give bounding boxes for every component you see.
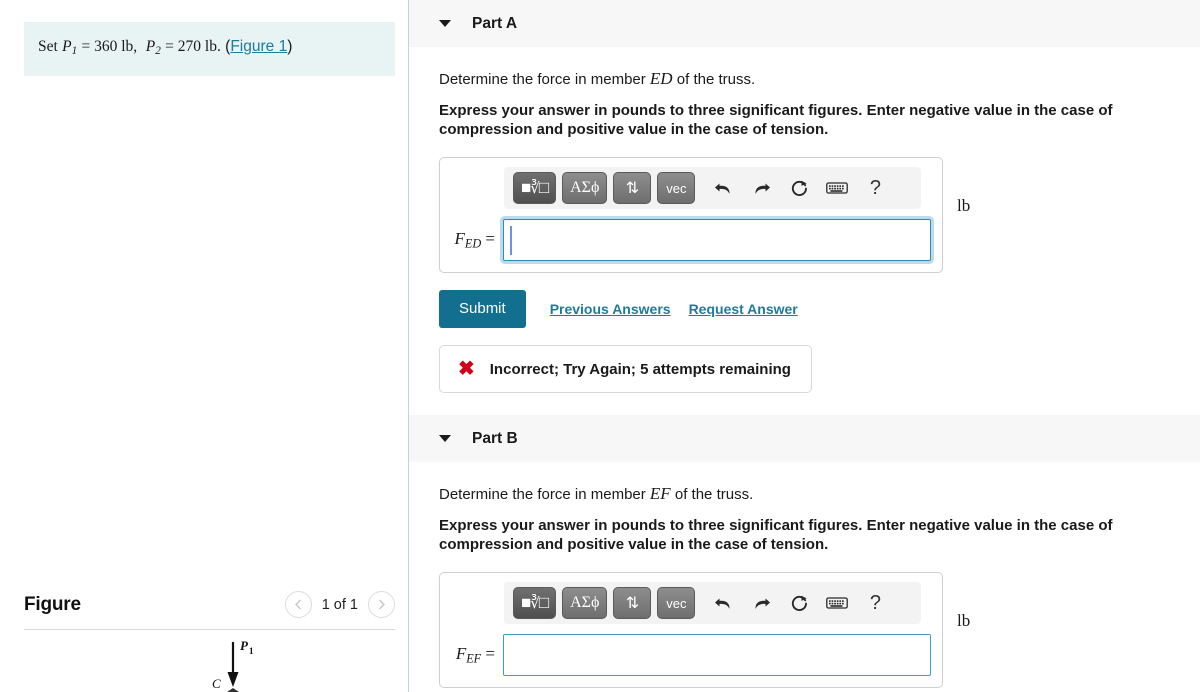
text-cursor (510, 226, 512, 256)
math-toolbar-a: ■∛□ ΑΣϕ ⇅ vec? (504, 167, 921, 210)
arrows-key[interactable]: ⇅ (613, 172, 652, 205)
part-prompt-b: Determine the force in member EF of the … (439, 484, 1200, 504)
part-instructions-b: Express your answer in pounds to three s… (439, 517, 1113, 553)
answer-equals: = (485, 228, 495, 248)
chevron-right-icon (379, 599, 385, 610)
paren-close: ) (287, 38, 293, 55)
reset-icon[interactable] (783, 588, 815, 618)
prompt-member-b: EF (649, 484, 671, 504)
answer-row-a: FED = (451, 219, 931, 262)
prompt-text-after: of the truss. (674, 486, 754, 504)
figure-title: Figure (24, 593, 81, 615)
redo-icon[interactable] (745, 588, 777, 618)
p1-value: = 360 lb, (81, 38, 138, 55)
p2-symbol: P (145, 38, 156, 55)
answer-units-b: lb (957, 611, 971, 631)
part-section-b: Part B Determine the force in member EF o… (409, 415, 1200, 692)
answer-symbol: F (454, 228, 465, 248)
greek-symbols-key[interactable]: ΑΣϕ (562, 172, 608, 205)
figure-header: Figure 1 of 1 (24, 591, 395, 629)
truss-diagram-svg: P 1 C (212, 638, 254, 692)
answer-input-b[interactable] (503, 634, 931, 677)
answer-box-a: ■∛□ ΑΣϕ ⇅ vec? FED = (439, 157, 943, 274)
arrows-key[interactable]: ⇅ (613, 587, 652, 620)
part-body-b: Determine the force in member EF of the … (409, 484, 1200, 692)
svg-text:1: 1 (249, 646, 254, 656)
left-panel: Set P1 = 360 lb, P2 = 270 lb. (Figure 1)… (0, 0, 409, 692)
answer-label-a: FED = (451, 229, 503, 251)
part-separator (409, 393, 1200, 415)
figure-pagination: 1 of 1 (284, 591, 395, 618)
figure-page-count: 1 of 1 (321, 596, 358, 613)
answer-box-b: ■∛□ ΑΣϕ ⇅ vec? FEF = (439, 572, 943, 689)
submit-row-a: Submit Previous Answers Request Answer (439, 290, 1200, 329)
figure-next-button[interactable] (368, 591, 395, 618)
figure-node-label: C (212, 676, 221, 691)
reset-icon[interactable] (783, 173, 815, 203)
parts-container: Part A Determine the force in member ED o… (409, 0, 1200, 692)
part-section-a: Part A Determine the force in member ED o… (409, 0, 1200, 394)
answer-input-a[interactable] (503, 219, 931, 262)
answer-units-a: lb (957, 196, 971, 216)
part-prompt-a: Determine the force in member ED of the … (439, 69, 1200, 89)
answer-row-b: FEF = (451, 634, 931, 677)
caret-down-icon[interactable] (439, 20, 451, 27)
p2-value: = 270 lb. (165, 38, 221, 55)
figure-load-label: P (240, 638, 249, 653)
feedback-banner-a: ✖ Incorrect; Try Again; 5 attempts remain… (439, 345, 812, 394)
answer-subscript: ED (464, 236, 482, 251)
help-icon[interactable]: ? (859, 173, 891, 203)
keyboard-icon[interactable] (821, 173, 853, 203)
feedback-text-a: Incorrect; Try Again; 5 attempts remaini… (489, 360, 791, 378)
prompt-text-after: of the truss. (676, 71, 756, 88)
p1-subscript: 1 (71, 45, 78, 58)
prompt-text-before: Determine the force in member (439, 71, 646, 88)
help-icon[interactable]: ? (859, 588, 891, 618)
part-header-b[interactable]: Part B (409, 415, 1200, 463)
template-sqrt-key[interactable]: ■∛□ (513, 172, 557, 205)
previous-answers-link-a[interactable]: Previous Answers (550, 301, 671, 317)
chevron-left-icon (294, 599, 301, 610)
vector-key[interactable]: vec (657, 587, 696, 620)
answer-area-b: ■∛□ ΑΣϕ ⇅ vec? FEF = lb (439, 554, 1200, 689)
redo-icon[interactable] (745, 173, 777, 203)
p1-symbol: P (62, 38, 72, 55)
part-body-a: Determine the force in member ED of the … (409, 69, 1200, 394)
template-sqrt-key[interactable]: ■∛□ (513, 587, 557, 620)
problem-prefix: Set (38, 38, 58, 55)
part-header-a[interactable]: Part A (409, 0, 1200, 47)
request-answer-link-a[interactable]: Request Answer (689, 301, 798, 317)
vector-key[interactable]: vec (657, 172, 696, 205)
keyboard-icon[interactable] (821, 588, 853, 618)
math-toolbar-b: ■∛□ ΑΣϕ ⇅ vec? (504, 582, 921, 625)
problem-page: Set P1 = 360 lb, P2 = 270 lb. (Figure 1)… (0, 0, 1200, 692)
answer-label-b: FEF = (451, 644, 503, 666)
answer-equals: = (485, 644, 495, 664)
prompt-member-a: ED (649, 69, 673, 88)
figure-image[interactable]: P 1 C (24, 630, 395, 692)
x-mark-icon: ✖ (458, 358, 475, 381)
submit-button-a[interactable]: Submit (439, 290, 526, 329)
figure-panel: Figure 1 of 1 P 1 C (0, 591, 408, 692)
figure-1-link[interactable]: Figure 1 (230, 38, 287, 55)
part-title-b: Part B (472, 429, 518, 447)
figure-prev-button[interactable] (284, 591, 312, 618)
part-title-a: Part A (472, 14, 518, 32)
right-panel: Part A Determine the force in member ED o… (409, 0, 1200, 692)
answer-symbol: F (455, 644, 467, 664)
undo-icon[interactable] (707, 588, 739, 618)
answer-subscript: EF (466, 651, 482, 666)
greek-symbols-key[interactable]: ΑΣϕ (562, 587, 608, 620)
prompt-text-before: Determine the force in member (439, 486, 646, 504)
answer-area-a: ■∛□ ΑΣϕ ⇅ vec? FED = lb (439, 139, 1200, 274)
p2-subscript: 2 (155, 45, 161, 58)
caret-down-icon[interactable] (439, 435, 451, 443)
part-instructions-a: Express your answer in pounds to three s… (439, 102, 1113, 138)
problem-statement: Set P1 = 360 lb, P2 = 270 lb. (Figure 1) (24, 22, 395, 77)
undo-icon[interactable] (707, 173, 739, 203)
